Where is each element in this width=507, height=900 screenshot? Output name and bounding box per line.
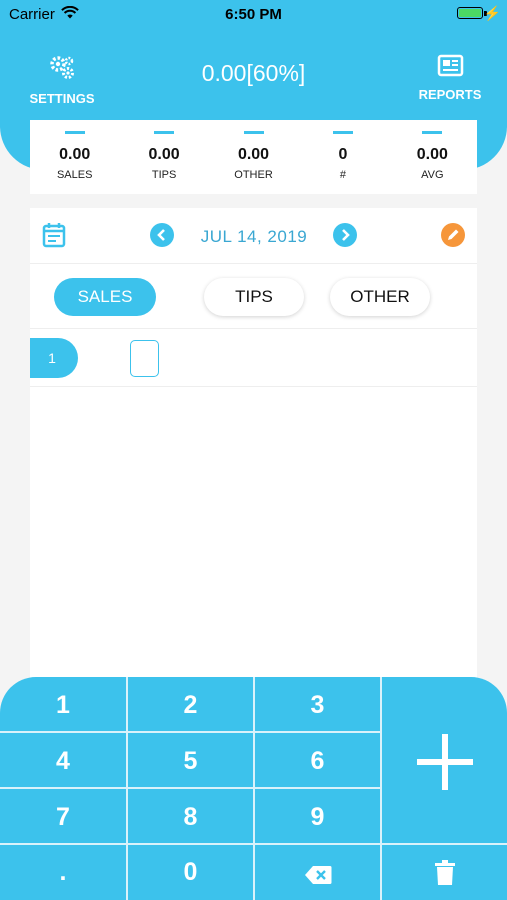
key-decimal[interactable]: . (0, 845, 128, 900)
chevron-right-icon (340, 227, 350, 243)
key-7[interactable]: 7 (0, 789, 128, 845)
current-date[interactable]: JUL 14, 2019 (180, 227, 328, 247)
stat-count: 0 # (298, 120, 387, 194)
key-9[interactable]: 9 (255, 789, 382, 845)
previous-date-button[interactable] (150, 223, 174, 247)
reports-button[interactable]: REPORTS (415, 54, 485, 102)
entry-number: 1 (30, 338, 78, 378)
key-5[interactable]: 5 (128, 733, 255, 789)
stat-label: TIPS (151, 169, 177, 181)
stat-value: 0.00 (59, 146, 91, 163)
stat-dash (243, 131, 264, 134)
newspaper-icon (436, 54, 464, 82)
stat-label: # (339, 169, 346, 181)
category-tabs: SALES TIPS OTHER (30, 264, 477, 329)
key-4[interactable]: 4 (0, 733, 128, 789)
plus-icon (382, 734, 507, 797)
date-navigation: JUL 14, 2019 (30, 208, 477, 264)
stat-other: 0.00 OTHER (209, 120, 298, 194)
add-entry-button[interactable] (382, 677, 507, 845)
stat-label: AVG (421, 169, 444, 181)
key-6[interactable]: 6 (255, 733, 382, 789)
stat-sales: 0.00 SALES (30, 120, 119, 194)
clock: 6:50 PM (225, 6, 282, 23)
tab-tips[interactable]: TIPS (204, 278, 304, 316)
edit-button[interactable] (441, 223, 465, 247)
battery-icon (457, 7, 483, 19)
key-1[interactable]: 1 (0, 677, 128, 733)
stat-tips: 0.00 TIPS (119, 120, 208, 194)
key-8[interactable]: 8 (128, 789, 255, 845)
pencil-icon (441, 229, 465, 251)
numeric-keypad: 1 2 3 4 5 6 7 8 9 . 0 (0, 677, 507, 900)
stat-dash (332, 131, 353, 134)
stat-value: 0.00 (148, 146, 180, 163)
delete-button[interactable] (382, 845, 507, 900)
stat-value: 0.00 (237, 146, 270, 163)
key-2[interactable]: 2 (128, 677, 255, 733)
stat-dash (64, 131, 85, 134)
reports-label: REPORTS (418, 87, 482, 102)
stat-avg: 0.00 AVG (388, 120, 477, 194)
stat-value: 0 (338, 146, 348, 163)
backspace-button[interactable] (255, 845, 382, 900)
stat-label: OTHER (234, 169, 273, 181)
entries-card: JUL 14, 2019 SALES TIPS OTHER 1 (30, 208, 477, 688)
amount-input[interactable] (130, 340, 159, 377)
tab-other[interactable]: OTHER (330, 278, 430, 316)
next-date-button[interactable] (333, 223, 357, 247)
tab-sales[interactable]: SALES (54, 278, 156, 316)
backspace-icon (255, 863, 380, 892)
stat-label: SALES (56, 169, 93, 181)
stats-summary: 0.00 SALES 0.00 TIPS 0.00 OTHER 0 # 0.00… (30, 120, 477, 194)
status-bar: Carrier 6:50 PM ⚡ (0, 0, 507, 28)
settings-label: SETTINGS (29, 91, 95, 106)
calendar-icon[interactable] (42, 222, 66, 253)
chevron-left-icon (157, 227, 167, 243)
trash-icon (382, 860, 507, 892)
stat-value: 0.00 (416, 146, 448, 163)
charging-icon: ⚡ (483, 5, 501, 21)
stat-dash (422, 131, 443, 134)
key-0[interactable]: 0 (128, 845, 255, 900)
stat-dash (154, 131, 175, 134)
key-3[interactable]: 3 (255, 677, 382, 733)
list-item: 1 (30, 330, 477, 387)
